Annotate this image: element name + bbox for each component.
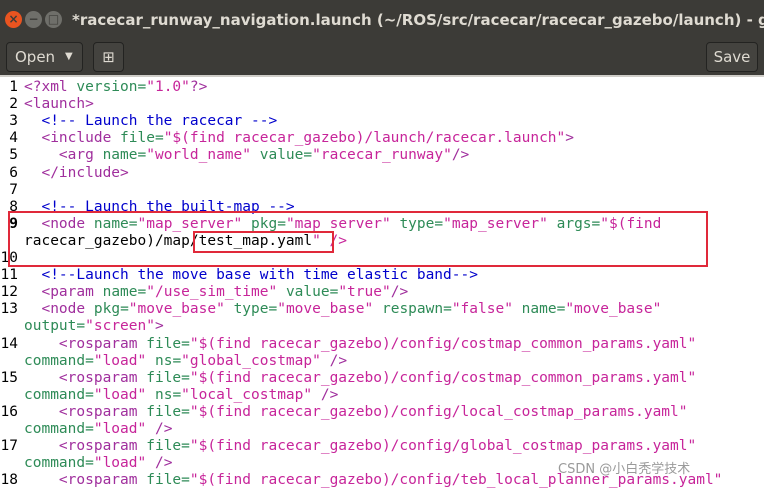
- line-number: [0, 421, 18, 438]
- code-line[interactable]: <include file="$(find racecar_gazebo)/la…: [24, 130, 574, 147]
- code-line[interactable]: <rosparam file="$(find racecar_gazebo)/c…: [24, 404, 688, 421]
- line-number: [0, 353, 18, 370]
- code-line[interactable]: command="load" ns="local_costmap" />: [24, 387, 338, 404]
- watermark: CSDN @小白秃学技术: [558, 462, 691, 477]
- line-number: 11: [0, 267, 18, 284]
- new-document-button[interactable]: ⊞: [93, 42, 124, 72]
- highlight-box-node-line: [8, 211, 708, 267]
- code-line[interactable]: <launch>: [24, 96, 94, 113]
- code-line[interactable]: </include>: [24, 165, 128, 182]
- code-line[interactable]: command="load" />: [24, 455, 172, 472]
- code-line[interactable]: output="screen">: [24, 318, 164, 335]
- code-line[interactable]: <!--Launch the move base with time elast…: [24, 267, 478, 284]
- chevron-down-icon: ▼: [65, 51, 73, 62]
- line-number: 4: [9, 130, 18, 147]
- line-number: 5: [9, 147, 18, 164]
- code-line[interactable]: <rosparam file="$(find racecar_gazebo)/c…: [24, 438, 696, 455]
- code-line[interactable]: <param name="/use_sim_time" value="true"…: [24, 284, 408, 301]
- highlight-box-map-file: [193, 231, 334, 253]
- line-number: [0, 455, 18, 472]
- code-line[interactable]: <rosparam file="$(find racecar_gazebo)/c…: [24, 370, 696, 387]
- text-editor[interactable]: 1 <?xml version="1.0"?> 2 <launch> 3 <!-- La…: [0, 77, 764, 489]
- new-document-icon: ⊞: [102, 48, 115, 66]
- line-number: 12: [0, 284, 18, 301]
- line-number: 17: [0, 438, 18, 455]
- line-number: 6: [9, 164, 18, 181]
- code-line[interactable]: command="load" />: [24, 421, 172, 438]
- line-number: 2: [9, 96, 18, 113]
- code-line[interactable]: command="load" ns="global_costmap" />: [24, 353, 347, 370]
- code-line[interactable]: <arg name="world_name" value="racecar_ru…: [24, 147, 469, 164]
- line-number: 18: [0, 472, 18, 489]
- save-button-label: Save: [713, 48, 751, 66]
- line-number: [0, 318, 18, 335]
- minimize-window-button[interactable]: −: [25, 11, 42, 28]
- line-number: [0, 387, 18, 404]
- open-button-label: Open: [15, 48, 56, 66]
- code-line[interactable]: <node pkg="move_base" type="move_base" r…: [24, 301, 661, 318]
- close-window-button[interactable]: ×: [5, 11, 22, 28]
- line-number: 3: [9, 113, 18, 130]
- line-number: 16: [0, 403, 18, 420]
- line-number: 13: [0, 301, 18, 318]
- line-number: 7: [9, 181, 18, 198]
- header-bar: Open ▼ ⊞ Save: [0, 42, 764, 75]
- window-title: *racecar_runway_navigation.launch (~/ROS…: [72, 11, 764, 29]
- title-bar: × − □ *racecar_runway_navigation.launch …: [0, 0, 764, 42]
- line-number: 15: [0, 369, 18, 386]
- code-line[interactable]: <!-- Launch the racecar -->: [24, 113, 277, 130]
- code-line[interactable]: <?xml version="1.0"?>: [24, 79, 207, 96]
- line-number: 1: [9, 79, 18, 95]
- maximize-window-button[interactable]: □: [45, 11, 62, 28]
- code-line[interactable]: <rosparam file="$(find racecar_gazebo)/c…: [24, 336, 696, 353]
- line-number: 14: [0, 335, 18, 352]
- open-button[interactable]: Open ▼: [6, 42, 83, 72]
- save-button[interactable]: Save: [706, 42, 758, 72]
